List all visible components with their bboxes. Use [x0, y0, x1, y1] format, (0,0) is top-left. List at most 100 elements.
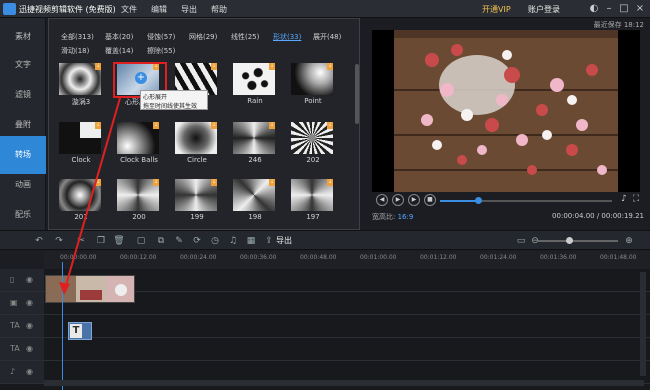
transition-item[interactable]: ⇣ Rain: [227, 63, 279, 115]
rotate-icon[interactable]: ⟳: [190, 234, 204, 248]
zoom-slider[interactable]: [538, 237, 618, 244]
transition-label: Circle: [187, 156, 207, 164]
visibility-icon[interactable]: ◉: [26, 344, 33, 353]
tab-shape[interactable]: 形状(33): [273, 32, 301, 42]
sidebar-item-music[interactable]: 配乐: [0, 196, 46, 234]
minimize-icon[interactable]: –: [601, 1, 617, 17]
transition-item[interactable]: ⇣ Clock: [53, 122, 105, 174]
tooltip-hint: 拖至时间线使其生效: [143, 103, 198, 110]
volume-icon[interactable]: ♪: [618, 194, 630, 206]
crop-icon[interactable]: ▢: [134, 234, 148, 248]
microphone-icon[interactable]: ♫: [226, 234, 240, 248]
tab-erode[interactable]: 侵蚀(57): [147, 32, 175, 42]
ruler-tick: 00:00:24.00: [180, 254, 217, 261]
transition-thumbnail: ⇣: [175, 122, 217, 154]
prev-frame-icon[interactable]: ◀: [376, 194, 388, 206]
undo-icon[interactable]: ↶: [32, 234, 46, 248]
copy-icon[interactable]: ❐: [94, 234, 108, 248]
visibility-icon[interactable]: ◉: [26, 298, 33, 307]
timeline-toolbar: ↶ ↷ ✂ ❐ 🗑 ▢ ⧉ ✎ ⟳ ◷ ♫ ▦ ⇪ 导出 ▭ ⊖ ⊕: [0, 230, 650, 250]
edit-icon[interactable]: ✎: [172, 234, 186, 248]
cut-icon[interactable]: ✂: [74, 234, 88, 248]
zoom-handle[interactable]: [566, 237, 573, 244]
transition-thumbnail: ⇣: [59, 122, 101, 154]
tab-grid[interactable]: 网格(29): [189, 32, 217, 42]
maximize-icon[interactable]: □: [616, 1, 632, 17]
video-preview: [372, 30, 640, 192]
app-logo-icon: [3, 3, 16, 15]
add-transition-icon[interactable]: +: [135, 72, 147, 84]
menu-help[interactable]: 帮助: [211, 4, 227, 15]
transition-item[interactable]: ⇣ 200: [111, 179, 163, 231]
visibility-icon[interactable]: ◉: [26, 275, 33, 284]
transition-item[interactable]: ⇣ Point: [285, 63, 337, 115]
zoom-in-icon[interactable]: ⊕: [622, 234, 636, 248]
close-icon[interactable]: ×: [632, 1, 648, 17]
stop-icon[interactable]: ■: [424, 194, 436, 206]
seek-bar[interactable]: [440, 197, 612, 204]
text-clip[interactable]: T: [68, 322, 92, 340]
tab-basic[interactable]: 基本(20): [105, 32, 133, 42]
transition-thumbnail: ⇣: [233, 179, 275, 211]
aspect-ratio-value[interactable]: 16:9: [398, 213, 414, 221]
fit-icon[interactable]: ▭: [514, 234, 528, 248]
mosaic-icon[interactable]: ▦: [244, 234, 258, 248]
transition-label: Clock Balls: [120, 156, 158, 164]
timeline-horizontal-scrollbar[interactable]: [44, 380, 644, 386]
seek-handle[interactable]: [474, 197, 482, 204]
tab-expand[interactable]: 展开(48): [313, 32, 341, 42]
menu-export[interactable]: 导出: [181, 4, 197, 15]
panel-scrollbar[interactable]: [355, 64, 359, 124]
transition-item[interactable]: ⇣ 202: [285, 122, 337, 174]
tab-wipe[interactable]: 擦除(55): [147, 46, 175, 56]
transition-item[interactable]: ⇣ 197: [285, 179, 337, 231]
fullscreen-icon[interactable]: ⛶: [630, 194, 642, 206]
redo-icon[interactable]: ↷: [52, 234, 66, 248]
transition-item[interactable]: ⇣ 199: [169, 179, 221, 231]
ruler-tick: 00:00:36.00: [240, 254, 277, 261]
timeline-vertical-scrollbar[interactable]: [640, 272, 646, 376]
menu-file[interactable]: 文件: [121, 4, 137, 15]
transition-item[interactable]: ⇣ Clock Balls: [111, 122, 163, 174]
transition-thumbnail: ⇣: [291, 179, 333, 211]
vip-button[interactable]: 开通VIP: [482, 4, 511, 15]
clock-icon[interactable]: ◷: [208, 234, 222, 248]
ruler-tick: 00:01:24.00: [480, 254, 517, 261]
transition-item[interactable]: ⇣ 漩涡3: [53, 63, 105, 115]
tab-cover[interactable]: 覆盖(14): [105, 46, 133, 56]
video-clip[interactable]: [45, 275, 135, 303]
tab-linear[interactable]: 线性(25): [231, 32, 259, 42]
transition-item[interactable]: ⇣ 246: [227, 122, 279, 174]
next-frame-icon[interactable]: ▶: [408, 194, 420, 206]
transition-item[interactable]: ⇣ 201: [53, 179, 105, 231]
subtitle-track[interactable]: TA ◉: [0, 338, 650, 361]
transition-item[interactable]: ⇣ Circle: [169, 122, 221, 174]
transitions-panel: 全部(313) 基本(20) 侵蚀(57) 网格(29) 线性(25) 形状(3…: [48, 18, 360, 230]
text-track[interactable]: TA ◉: [0, 315, 650, 338]
delete-icon[interactable]: 🗑: [112, 234, 126, 248]
clip-thumbnails: [46, 276, 134, 302]
volume-icon[interactable]: ◉: [26, 367, 33, 376]
export-icon[interactable]: ⇪: [262, 234, 276, 248]
app-title: 迅捷视频剪辑软件 (免费版): [19, 5, 116, 14]
title-bar: 迅捷视频剪辑软件 (免费版) 文件 编辑 导出 帮助 开通VIP 账户登录 ◐ …: [0, 0, 650, 18]
account-login-button[interactable]: 账户登录: [528, 4, 560, 15]
export-button[interactable]: 导出: [276, 235, 292, 246]
visibility-icon[interactable]: ◉: [26, 321, 33, 330]
download-icon: ⇣: [153, 122, 159, 129]
download-icon: ⇣: [211, 179, 217, 186]
overlay-track-icon: ▣: [10, 298, 18, 307]
skin-icon[interactable]: ◐: [586, 1, 602, 17]
track-header: TA ◉: [0, 338, 44, 360]
timeline-ruler[interactable]: 00:00:00.00 00:00:12.00 00:00:24.00 00:0…: [44, 251, 650, 269]
playhead[interactable]: [62, 262, 63, 390]
menu-edit[interactable]: 编辑: [151, 4, 167, 15]
video-track-icon: ▯: [10, 275, 15, 284]
tab-slide[interactable]: 滑动(18): [61, 46, 89, 56]
transition-label: 200: [132, 213, 146, 221]
split-icon[interactable]: ⧉: [154, 234, 168, 248]
tab-all[interactable]: 全部(313): [61, 32, 94, 42]
transition-item[interactable]: ⇣ 198: [227, 179, 279, 231]
download-icon: ⇣: [211, 122, 217, 129]
play-icon[interactable]: ▶: [392, 194, 404, 206]
